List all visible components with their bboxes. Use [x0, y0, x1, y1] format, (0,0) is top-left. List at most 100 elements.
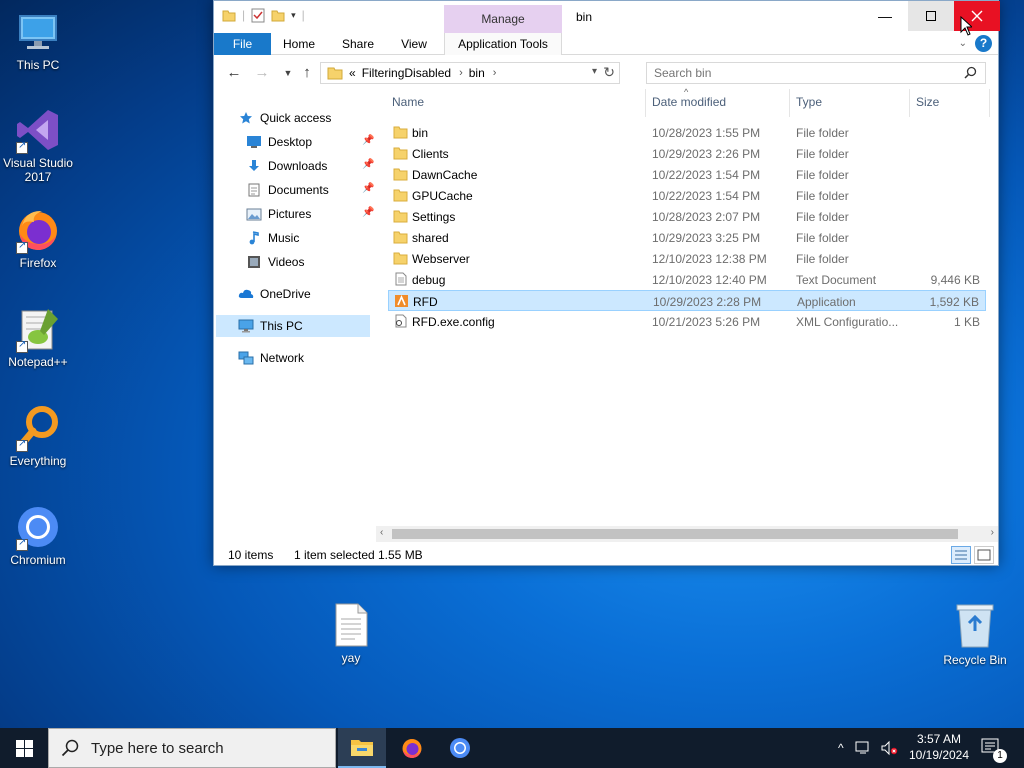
network-status-icon[interactable]	[854, 740, 872, 756]
item-count: 10 items	[228, 548, 274, 562]
nav-documents[interactable]: Documents 📌	[246, 179, 378, 201]
search-icon[interactable]	[964, 66, 977, 79]
manage-contextual-tab[interactable]: Manage	[444, 5, 562, 33]
pin-icon[interactable]: 📌	[362, 183, 374, 194]
column-header-name[interactable]: Name	[392, 95, 424, 111]
customize-toolbar-icon[interactable]: ▾	[291, 10, 296, 21]
file-row[interactable]: bin 10/28/2023 1:55 PM File folder	[388, 122, 986, 143]
desktop-icon-everything[interactable]: Everything	[0, 404, 78, 468]
pin-icon[interactable]: 📌	[362, 159, 374, 170]
volume-muted-icon[interactable]	[880, 740, 898, 756]
nav-downloads[interactable]: Downloads 📌	[246, 155, 378, 177]
desktop-icon-this-pc[interactable]: This PC	[0, 8, 78, 72]
file-row[interactable]: Webserver 12/10/2023 12:38 PM File folde…	[388, 248, 986, 269]
selection-count: 1 item selected	[294, 548, 375, 562]
minimize-button[interactable]: —	[862, 1, 908, 31]
file-name: RFD	[413, 295, 438, 309]
desktop-icon-notepadpp[interactable]: Notepad++	[0, 305, 78, 369]
tab-application-tools[interactable]: Application Tools	[444, 33, 562, 55]
horizontal-scrollbar[interactable]: ‹ ›	[376, 526, 998, 542]
file-row[interactable]: shared 10/29/2023 3:25 PM File folder	[388, 227, 986, 248]
tab-share[interactable]: Share	[334, 33, 382, 55]
file-type: File folder	[796, 231, 849, 245]
file-row[interactable]: DawnCache 10/22/2023 1:54 PM File folder	[388, 164, 986, 185]
back-button[interactable]: ←	[224, 63, 244, 83]
column-divider[interactable]	[909, 89, 910, 117]
expand-ribbon-icon[interactable]: ⌄	[959, 38, 967, 49]
nav-this-pc[interactable]: This PC	[216, 315, 370, 337]
file-row-selected[interactable]: RFD 10/29/2023 2:28 PM Application 1,592…	[388, 290, 986, 311]
column-header-date[interactable]: Date modified	[652, 95, 726, 111]
maximize-button[interactable]	[908, 1, 954, 31]
help-icon[interactable]: ?	[975, 35, 992, 52]
search-box[interactable]	[646, 62, 986, 84]
ribbon-tabs: File Home Share View Application Tools ⌄…	[214, 33, 998, 55]
nav-quick-access[interactable]: Quick access	[238, 107, 331, 129]
show-hidden-icons-icon[interactable]: ^	[838, 741, 844, 755]
taskbar-chromium[interactable]	[436, 728, 484, 768]
nav-music[interactable]: Music	[246, 227, 299, 249]
up-button[interactable]: ↑	[297, 63, 317, 83]
desktop-file-yay[interactable]: yay	[311, 603, 391, 665]
desktop-recycle-bin[interactable]: Recycle Bin	[935, 601, 1015, 667]
address-bar[interactable]: « FilteringDisabled › bin › ▾ ↻	[320, 62, 620, 84]
nav-onedrive[interactable]: OneDrive	[238, 283, 311, 305]
column-divider[interactable]	[989, 89, 990, 117]
taskbar-file-explorer[interactable]	[338, 728, 386, 768]
column-header-size[interactable]: Size	[916, 95, 939, 111]
taskbar-search[interactable]: Type here to search	[48, 728, 336, 768]
refresh-icon[interactable]: ↻	[603, 64, 615, 81]
pin-icon[interactable]: 📌	[362, 207, 374, 218]
system-tray: ^	[838, 728, 898, 768]
taskbar-firefox[interactable]	[388, 728, 436, 768]
desktop-icon-chromium[interactable]: Chromium	[0, 503, 78, 567]
scroll-left-icon[interactable]: ‹	[380, 527, 383, 538]
system-clock[interactable]: 3:57 AM 10/19/2024	[900, 731, 978, 763]
breadcrumb-item[interactable]: FilteringDisabled	[362, 66, 451, 80]
start-button[interactable]	[0, 728, 48, 768]
title-bar[interactable]: | ▾ | Manage bin —	[214, 1, 1000, 33]
desktop-icon-firefox[interactable]: Firefox	[0, 206, 78, 270]
breadcrumb-overflow[interactable]: «	[349, 66, 356, 80]
file-date: 10/22/2023 1:54 PM	[652, 168, 761, 182]
file-type: Text Document	[796, 273, 877, 287]
pin-icon[interactable]: 📌	[362, 135, 374, 146]
new-folder-icon[interactable]	[271, 7, 285, 23]
scroll-right-icon[interactable]: ›	[991, 527, 994, 538]
scrollbar-thumb[interactable]	[392, 529, 958, 539]
cloud-icon	[238, 286, 254, 302]
recycle-bin-icon	[956, 604, 994, 648]
file-type: File folder	[796, 189, 849, 203]
column-divider[interactable]	[789, 89, 790, 117]
column-divider[interactable]	[645, 89, 646, 117]
breadcrumb-item[interactable]: bin	[469, 66, 485, 80]
file-explorer-window[interactable]: | ▾ | Manage bin — File Home Share View …	[213, 0, 1000, 566]
search-input[interactable]	[654, 63, 954, 83]
properties-icon[interactable]	[251, 7, 265, 23]
file-row[interactable]: debug 12/10/2023 12:40 PM Text Document …	[388, 269, 986, 290]
desktop-icon-visual-studio[interactable]: Visual Studio 2017	[0, 106, 78, 184]
chevron-right-icon[interactable]: ›	[459, 67, 463, 79]
nav-desktop[interactable]: Desktop 📌	[246, 131, 378, 153]
address-dropdown-icon[interactable]: ▾	[592, 66, 597, 77]
chevron-right-icon[interactable]: ›	[493, 67, 497, 79]
desktop-icon-label: Visual Studio 2017	[3, 156, 73, 184]
tab-file[interactable]: File	[214, 33, 271, 55]
column-header-type[interactable]: Type	[796, 95, 822, 111]
file-row[interactable]: Settings 10/28/2023 2:07 PM File folder	[388, 206, 986, 227]
details-view-button[interactable]	[951, 546, 971, 564]
tab-home[interactable]: Home	[276, 33, 322, 55]
nav-network[interactable]: Network	[238, 347, 304, 369]
file-row[interactable]: Clients 10/29/2023 2:26 PM File folder	[388, 143, 986, 164]
notification-center-button[interactable]: 1	[980, 736, 1007, 763]
file-type: File folder	[796, 126, 849, 140]
file-row[interactable]: RFD.exe.config 10/21/2023 5:26 PM XML Co…	[388, 311, 986, 332]
folder-icon[interactable]	[222, 7, 236, 23]
nav-videos[interactable]: Videos	[246, 251, 304, 273]
recent-locations-button[interactable]: ▼	[278, 63, 298, 83]
file-row[interactable]: GPUCache 10/22/2023 1:54 PM File folder	[388, 185, 986, 206]
large-icons-view-button[interactable]	[974, 546, 994, 564]
tab-view[interactable]: View	[394, 33, 434, 55]
nav-pictures[interactable]: Pictures 📌	[246, 203, 378, 225]
forward-button[interactable]: →	[252, 63, 272, 83]
